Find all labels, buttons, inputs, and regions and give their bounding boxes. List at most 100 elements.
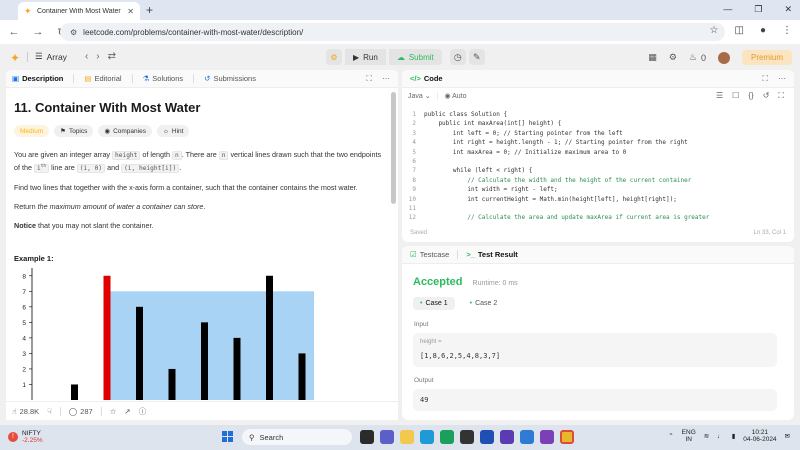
expand-icon[interactable]: ⛶ xyxy=(762,74,768,84)
braces-icon[interactable]: {} xyxy=(748,91,753,101)
thumbs-down-icon[interactable]: ☟ xyxy=(47,407,52,416)
problem-list-label[interactable]: Array xyxy=(47,52,67,62)
test-scrollbar[interactable] xyxy=(788,246,792,420)
app-icon[interactable] xyxy=(520,430,534,444)
chrome-icon[interactable] xyxy=(560,430,574,444)
timer-icon[interactable]: ◷ xyxy=(449,49,466,65)
back-icon[interactable]: ← xyxy=(8,26,20,38)
topics-tag[interactable]: ⚑ Topics xyxy=(54,125,94,137)
file-explorer-icon[interactable] xyxy=(400,430,414,444)
app-icon[interactable] xyxy=(480,430,494,444)
shuffle-icon[interactable]: ⇄ xyxy=(108,51,116,62)
clock[interactable]: 10:21 04-06-2024 xyxy=(743,429,776,443)
prev-problem-icon[interactable]: ‹ xyxy=(85,51,88,62)
chevron-up-icon[interactable]: ⌃ xyxy=(668,432,673,440)
profile-icon[interactable]: ● xyxy=(760,25,766,36)
code-line[interactable]: 11 xyxy=(402,204,794,213)
taskbar-search[interactable]: ⚲ Search xyxy=(242,429,352,445)
windows-start-icon[interactable] xyxy=(222,431,234,443)
code-line[interactable]: 9 int width = right - left; xyxy=(402,185,794,194)
maximize-icon[interactable]: ❐ xyxy=(754,4,762,15)
next-problem-icon[interactable]: › xyxy=(96,51,99,62)
close-tab-icon[interactable]: ✕ xyxy=(127,7,134,16)
task-view-icon[interactable] xyxy=(360,430,374,444)
star-icon[interactable]: ☆ xyxy=(110,407,117,416)
code-editor[interactable]: 1 public class Solution {2 public int max… xyxy=(402,110,794,223)
fullscreen-icon[interactable]: ⛶ xyxy=(778,91,784,101)
code-line[interactable]: 8 // Calculate the width and the height … xyxy=(402,176,794,185)
notes-icon[interactable]: ✎ xyxy=(468,49,485,65)
layout-icon[interactable]: ▦ xyxy=(648,52,657,63)
bookmark-icon[interactable]: ☐ xyxy=(732,91,739,101)
help-icon[interactable]: ⓘ xyxy=(139,406,147,417)
tab-solutions[interactable]: ⚗ Solutions xyxy=(143,74,184,83)
expand-icon[interactable]: ⛶ xyxy=(366,74,372,84)
avatar[interactable] xyxy=(717,51,730,64)
store-icon[interactable] xyxy=(460,430,474,444)
code-line[interactable]: 6 xyxy=(402,157,794,166)
language-indicator[interactable]: ENG IN xyxy=(682,429,696,443)
auto-mode[interactable]: ◉ Auto xyxy=(444,92,466,100)
share-icon[interactable]: ↗ xyxy=(124,407,130,416)
tab-test-result[interactable]: >_ Test Result xyxy=(466,250,517,259)
tab-editorial[interactable]: ▤ Editorial xyxy=(84,74,121,83)
list-icon[interactable]: ☰ xyxy=(35,51,43,62)
submit-button[interactable]: ☁ Submit xyxy=(388,49,442,65)
notification-icon[interactable]: ✉ xyxy=(785,432,790,440)
comments-button[interactable]: ◯ 287 xyxy=(69,407,93,416)
close-window-icon[interactable]: ✕ xyxy=(784,4,792,15)
more-icon[interactable]: ⋯ xyxy=(382,74,390,84)
companies-tag[interactable]: ◉ Companies xyxy=(98,125,152,137)
app-icon[interactable] xyxy=(500,430,514,444)
code-line[interactable]: 10 int currentHeight = Math.min(height[l… xyxy=(402,195,794,204)
language-select[interactable]: Java ⌄ xyxy=(408,92,431,100)
browser-tab[interactable]: ✦ Container With Most Water - Le ✕ xyxy=(18,2,140,20)
case-2-tab[interactable]: • Case 2 xyxy=(463,297,505,310)
debug-icon[interactable]: ⚙ xyxy=(326,49,342,65)
hint-tag[interactable]: ☼ Hint xyxy=(156,125,190,137)
code-line[interactable]: 7 while (left < right) { xyxy=(402,166,794,175)
code-line[interactable]: 1 public class Solution { xyxy=(402,110,794,119)
case-1-tab[interactable]: • Case 1 xyxy=(413,297,455,310)
problem-title[interactable]: 11. Container With Most Water xyxy=(14,100,386,115)
new-tab-icon[interactable]: + xyxy=(146,3,153,17)
app-icon[interactable] xyxy=(440,430,454,444)
cloud-upload-icon: ☁ xyxy=(396,52,405,62)
visual-studio-icon[interactable] xyxy=(540,430,554,444)
settings-icon[interactable]: ⚙ xyxy=(669,52,677,63)
bookmark-star-icon[interactable]: ☆ xyxy=(710,25,719,36)
difficulty-badge: Medium xyxy=(14,125,50,137)
code-line[interactable]: 5 int maxArea = 0; // Initialize maximum… xyxy=(402,148,794,157)
url-text: leetcode.com/problems/container-with-mos… xyxy=(83,27,304,37)
format-icon[interactable]: ☰ xyxy=(716,91,723,101)
like-button[interactable]: ☝ 28.8K xyxy=(12,407,39,416)
line-number: 6 xyxy=(412,157,416,165)
menu-icon[interactable]: ⋮ xyxy=(782,25,792,36)
volume-icon[interactable]: ♩ xyxy=(717,433,724,440)
run-button[interactable]: ▶ Run xyxy=(345,49,386,65)
tab-testcase[interactable]: ☑ Testcase xyxy=(410,250,449,259)
url-field[interactable]: ⚙ leetcode.com/problems/container-with-m… xyxy=(60,23,725,41)
leetcode-logo-icon[interactable]: ✦ xyxy=(10,51,22,65)
check-dot-icon: • xyxy=(420,300,423,307)
battery-icon[interactable]: ▮ xyxy=(732,432,736,440)
stock-widget[interactable]: ! NIFTY -2.25% xyxy=(8,430,43,444)
line-number: 9 xyxy=(412,186,416,194)
minimize-icon[interactable]: — xyxy=(723,4,732,15)
extensions-icon[interactable]: ◫ xyxy=(735,25,744,36)
forward-icon[interactable]: → xyxy=(32,26,44,38)
code-line[interactable]: 12 // Calculate the area and update maxA… xyxy=(402,213,794,222)
site-info-icon[interactable]: ⚙ xyxy=(70,28,77,37)
reset-icon[interactable]: ↺ xyxy=(763,91,770,101)
code-line[interactable]: 3 int left = 0; // Starting pointer from… xyxy=(402,129,794,138)
more-icon[interactable]: ⋯ xyxy=(778,74,786,84)
description-scrollbar[interactable] xyxy=(391,92,396,204)
premium-button[interactable]: Premium xyxy=(741,50,792,65)
tab-submissions[interactable]: ↺ Submissions xyxy=(204,74,256,83)
teams-icon[interactable] xyxy=(380,430,394,444)
edge-icon[interactable] xyxy=(420,430,434,444)
code-line[interactable]: 4 int right = height.length - 1; // Star… xyxy=(402,138,794,147)
tab-description[interactable]: ▣ Description xyxy=(12,74,63,83)
wifi-icon[interactable]: ≋ xyxy=(704,432,709,440)
code-line[interactable]: 2 public int maxArea(int[] height) { xyxy=(402,119,794,128)
